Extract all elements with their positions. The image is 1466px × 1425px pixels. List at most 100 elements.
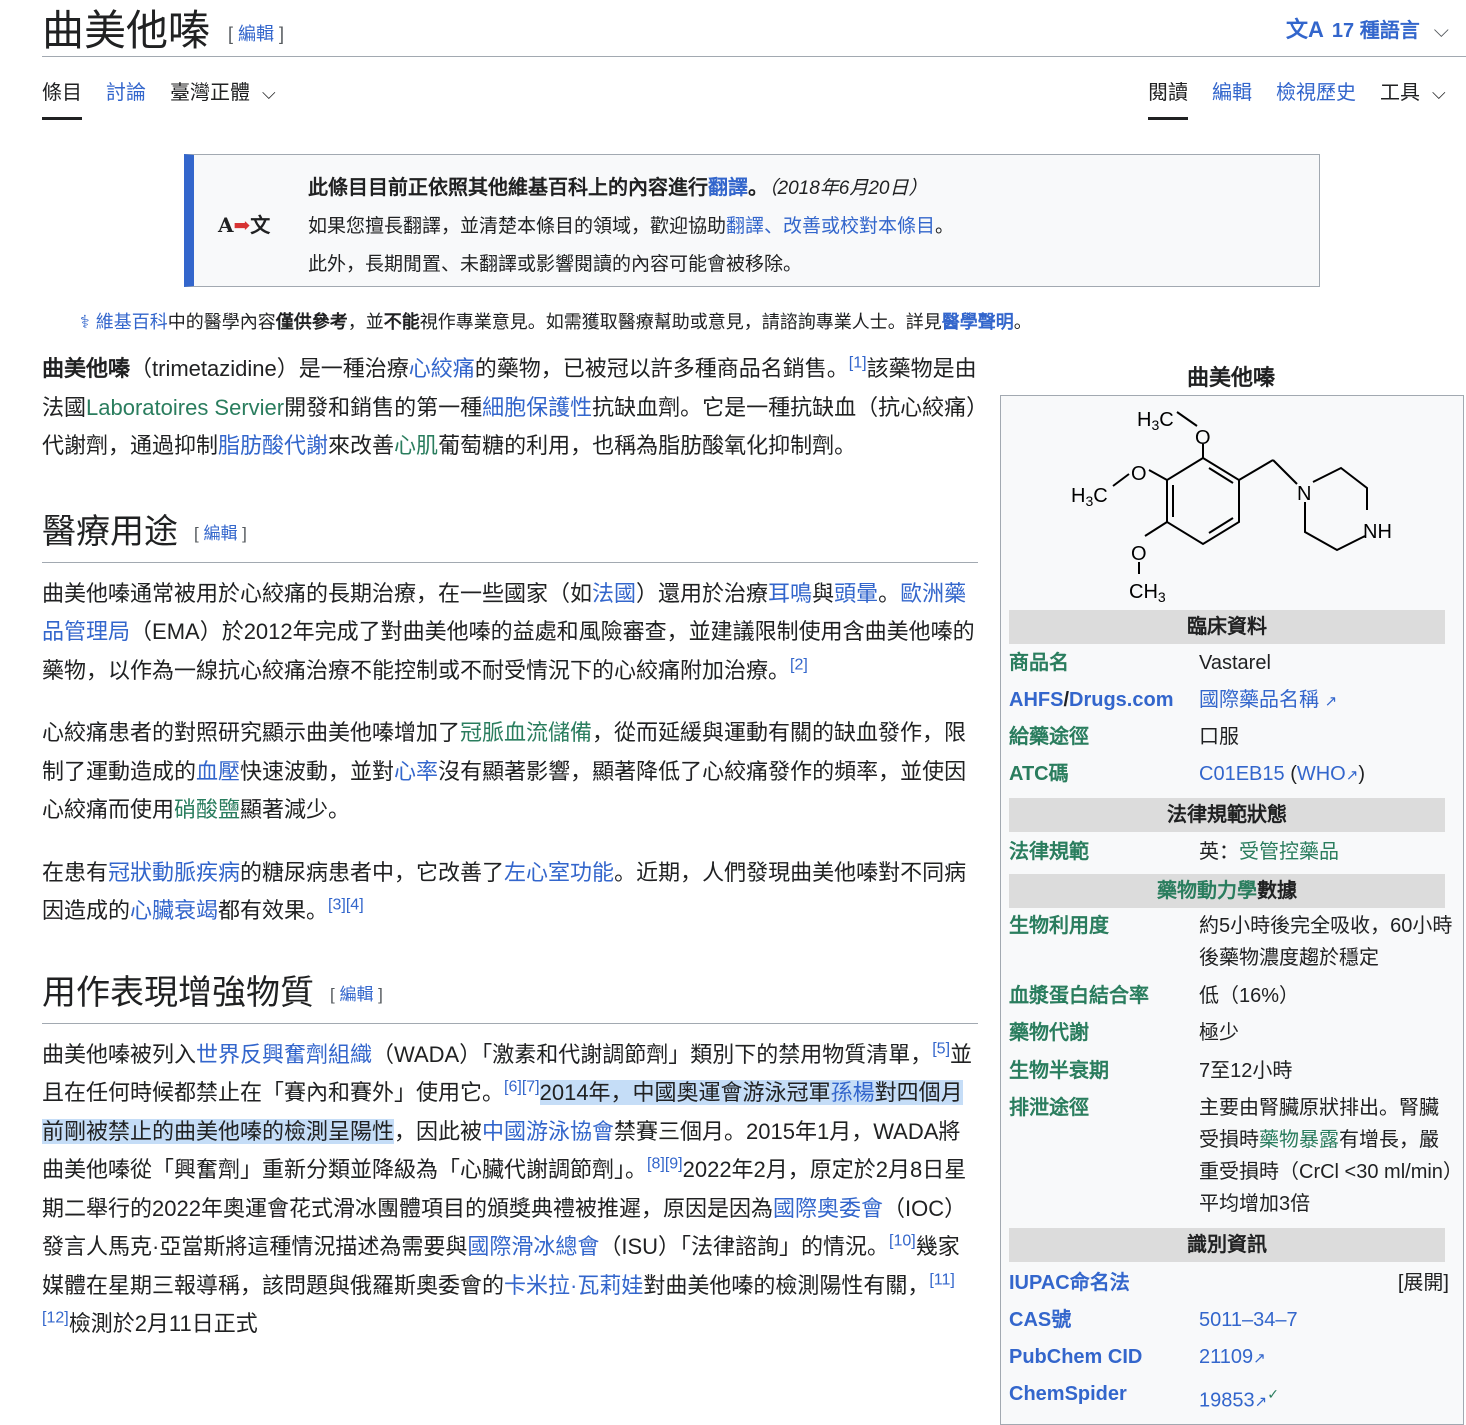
link-cad[interactable]: 冠狀動脈疾病: [108, 860, 240, 885]
tab-read[interactable]: 閱讀: [1148, 74, 1188, 120]
label-bioavailability[interactable]: 生物利用度: [1009, 910, 1194, 942]
heading-text: 醫療用途: [42, 511, 178, 552]
link-lv-function[interactable]: 左心室功能: [504, 860, 614, 885]
ref-link[interactable]: [3]: [328, 897, 346, 914]
paren: (: [1290, 763, 1297, 785]
link-dizziness[interactable]: 頭暈: [834, 581, 878, 606]
tab-article[interactable]: 條目: [42, 74, 82, 120]
language-selector[interactable]: 文A 17 種語言 ⌵: [1286, 12, 1466, 44]
label-route[interactable]: 給藥途徑: [1009, 721, 1194, 753]
section-edit-link[interactable]: [ 編輯 ]: [194, 524, 247, 543]
link-angina[interactable]: 心絞痛: [409, 356, 475, 381]
header-divider: [42, 56, 1466, 57]
ref-link[interactable]: [2]: [790, 656, 808, 673]
notice-translate-link[interactable]: 翻譯: [708, 177, 748, 199]
link-ioc[interactable]: 國際奧委會: [773, 1196, 883, 1221]
value-legal: 英：受管控藥品: [1199, 836, 1457, 868]
link-chinese-swimming-association[interactable]: 中國游泳協會: [482, 1119, 614, 1144]
link-chemspider[interactable]: ChemSpider: [1009, 1378, 1194, 1410]
variant-dropdown[interactable]: 臺灣正體 ⌵: [170, 74, 276, 120]
uk-prefix: 英：: [1199, 841, 1239, 863]
variant-label[interactable]: 臺灣正體: [170, 82, 250, 104]
tools-dropdown[interactable]: 工具 ⌵: [1380, 74, 1446, 120]
link-servier[interactable]: Laboratoires Servier: [86, 395, 284, 420]
link-coronary-flow-reserve[interactable]: 冠脈血流儲備: [460, 720, 592, 745]
link-ahfs[interactable]: AHFS: [1009, 689, 1063, 711]
ref-link[interactable]: [11]: [929, 1271, 955, 1288]
namespace-tabs: 條目 討論 臺灣正體 ⌵: [42, 74, 300, 120]
link-inn[interactable]: 國際藥品名稱: [1199, 689, 1319, 711]
link-heart-failure[interactable]: 心臟衰竭: [130, 898, 218, 923]
tools-label[interactable]: 工具: [1380, 82, 1420, 104]
value-pubchem: 21109↗: [1199, 1341, 1457, 1375]
link-cas[interactable]: CAS號: [1009, 1304, 1194, 1336]
edit-label[interactable]: 編輯: [203, 524, 237, 543]
medical-disclaimer-link[interactable]: 醫學聲明: [942, 312, 1014, 332]
link-pharmacokinetics[interactable]: 藥物動力學: [1157, 880, 1257, 902]
link-drugs-com[interactable]: Drugs.com: [1069, 689, 1173, 711]
link-iupac[interactable]: IUPAC命名法: [1009, 1267, 1194, 1299]
chemical-structure-image[interactable]: H3C O O H3C O CH3 N NH: [1051, 396, 1411, 606]
link-pubchem-cid[interactable]: 21109: [1199, 1346, 1253, 1368]
ref-link[interactable]: [1]: [849, 355, 867, 372]
label-tradename[interactable]: 商品名: [1009, 647, 1194, 679]
link-drug-exposure[interactable]: 藥物暴露: [1259, 1129, 1339, 1151]
title-edit-label[interactable]: 編輯: [238, 24, 274, 44]
label-legal[interactable]: 法律規範: [1009, 836, 1194, 868]
label-protein-binding[interactable]: 血漿蛋白結合率: [1009, 980, 1194, 1012]
value-bioavailability: 約5小時後完全吸收，60小時後藥物濃度趨於穩定: [1199, 915, 1453, 969]
notice-help-link[interactable]: 翻譯、改善或校對本條目: [726, 216, 935, 237]
label-atc[interactable]: ATC碼: [1009, 758, 1194, 790]
language-count[interactable]: 17 種語言: [1332, 20, 1420, 42]
ref-link[interactable]: [5]: [932, 1040, 950, 1057]
link-atc-code[interactable]: C01EB15: [1199, 763, 1285, 785]
link-pubchem[interactable]: PubChem CID: [1009, 1341, 1194, 1373]
wikipedia-link[interactable]: 維基百科: [96, 312, 168, 332]
link-heart-rate[interactable]: 心率: [394, 759, 438, 784]
title-edit-link[interactable]: [ 編輯 ]: [228, 24, 284, 44]
link-fatty-acid-metabolism[interactable]: 脂肪酸代謝: [218, 433, 328, 458]
section-edit-link[interactable]: [ 編輯 ]: [330, 985, 383, 1004]
value-excretion: 主要由腎臟原狀排出。腎臟受損時藥物暴露有增長，嚴重受損時（CrCl <30 ml…: [1199, 1092, 1457, 1220]
value-chemspider: 19853↗✓: [1199, 1378, 1457, 1419]
link-myocardium[interactable]: 心肌: [394, 433, 438, 458]
label-excretion[interactable]: 排泄途徑: [1009, 1092, 1194, 1124]
link-controlled-drug[interactable]: 受管控藥品: [1239, 841, 1339, 863]
text: 的糖尿病患者中，它改善了: [240, 859, 505, 885]
edit-label[interactable]: 編輯: [339, 985, 373, 1004]
page-title: 曲美他嗪 [ 編輯 ]: [42, 4, 284, 61]
link-nitrate[interactable]: 硝酸鹽: [174, 797, 240, 822]
value-cas[interactable]: 5011–34–7: [1199, 1304, 1457, 1336]
ref-link[interactable]: [4]: [346, 897, 364, 914]
ref-link[interactable]: [6]: [504, 1079, 522, 1096]
label-h3c-top: H3C: [1137, 409, 1174, 433]
link-blood-pressure[interactable]: 血壓: [196, 759, 240, 784]
ref-link[interactable]: [9]: [665, 1156, 683, 1173]
link-cytoprotective[interactable]: 細胞保護性: [482, 395, 592, 420]
tab-history[interactable]: 檢視歷史: [1276, 74, 1356, 120]
link-france[interactable]: 法國: [592, 581, 636, 606]
label-half-life[interactable]: 生物半衰期: [1009, 1055, 1194, 1087]
expand-toggle[interactable]: [展開]: [1398, 1267, 1449, 1299]
tab-edit[interactable]: 編輯: [1212, 74, 1252, 120]
text: （EMA）於2012年完成了對曲美他嗪的益處和風險審查，並建議限制使用含曲美他嗪…: [42, 619, 975, 683]
link-kamila-valieva[interactable]: 卡米拉·瓦莉娃: [504, 1273, 643, 1298]
link-isu[interactable]: 國際滑冰總會: [467, 1234, 599, 1259]
section-heading-medical-use: 醫療用途 [ 編輯 ]: [42, 510, 978, 563]
link-wada[interactable]: 世界反興奮劑組織: [196, 1042, 372, 1067]
ref-link[interactable]: [10]: [889, 1233, 916, 1250]
link-who[interactable]: WHO: [1297, 763, 1346, 785]
ref-link[interactable]: [8]: [647, 1156, 665, 1173]
infobox-section-identifiers: 識別資訊: [1009, 1228, 1445, 1262]
tab-talk[interactable]: 討論: [106, 74, 146, 120]
ref-link[interactable]: [7]: [522, 1079, 540, 1096]
text: （WADA）「激素和代謝調節劑」類別下的禁用物質清單，: [372, 1041, 933, 1067]
link-tinnitus[interactable]: 耳鳴: [768, 581, 812, 606]
link-sun-yang[interactable]: 孫楊: [831, 1080, 875, 1105]
label-metabolism[interactable]: 藥物代謝: [1009, 1017, 1194, 1049]
ref-link[interactable]: [12]: [42, 1310, 69, 1327]
page-title-text: 曲美他嗪: [42, 6, 211, 55]
text: 曲美他嗪被列入: [42, 1041, 197, 1067]
link-chemspider-id[interactable]: 19853: [1199, 1390, 1255, 1412]
subject-bold: 曲美他嗪: [42, 356, 131, 381]
